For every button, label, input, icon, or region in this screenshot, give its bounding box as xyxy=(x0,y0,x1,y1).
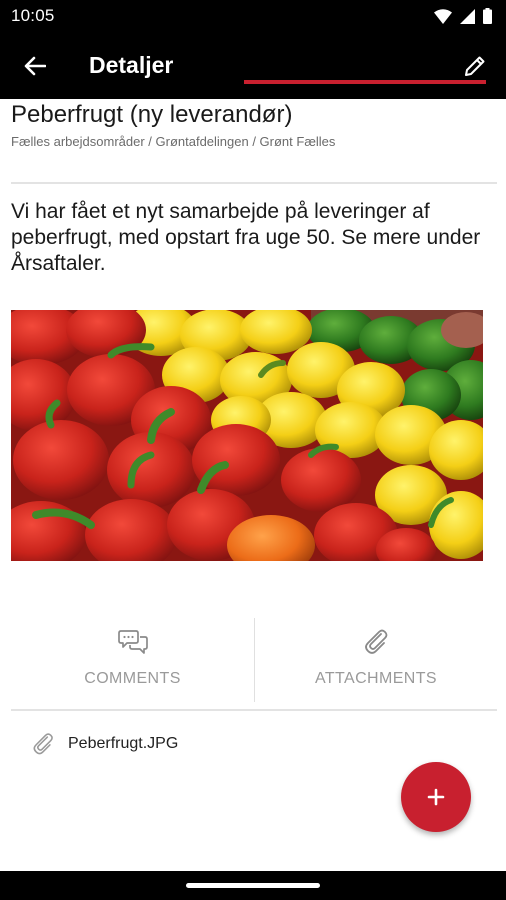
breadcrumb: Fælles arbejdsområder / Grøntafdelingen … xyxy=(11,134,336,149)
app-bar: Detaljer xyxy=(0,32,506,99)
arrow-left-icon xyxy=(24,56,46,76)
navigation-bar xyxy=(0,871,506,900)
tab-comments-label: COMMENTS xyxy=(84,670,181,687)
attachment-name: Peberfrugt.JPG xyxy=(68,735,179,752)
chat-bubbles-icon xyxy=(117,630,148,654)
home-indicator[interactable] xyxy=(186,883,320,888)
peppers-image xyxy=(11,310,483,561)
back-button[interactable] xyxy=(18,49,52,83)
status-time: 10:05 xyxy=(11,6,55,25)
screen: 10:05 Detaljer Peberfrugt (ny leverandør… xyxy=(0,0,506,900)
divider xyxy=(11,182,497,184)
selected-tab-indicator xyxy=(244,80,486,84)
paperclip-icon xyxy=(33,733,53,755)
wifi-icon xyxy=(434,8,452,24)
item-title: Peberfrugt (ny leverandør) xyxy=(11,101,293,128)
add-button[interactable] xyxy=(401,762,471,832)
plus-icon xyxy=(427,788,445,806)
item-description: Vi har fået et nyt samarbejde på leverin… xyxy=(11,200,481,275)
battery-icon xyxy=(483,8,492,24)
tab-comments[interactable]: COMMENTS xyxy=(11,618,254,702)
tab-attachments-label: ATTACHMENTS xyxy=(314,670,438,687)
pencil-icon xyxy=(465,56,485,76)
status-bar: 10:05 xyxy=(0,0,506,32)
detail-tabs: COMMENTS ATTACHMENTS xyxy=(11,618,497,702)
divider xyxy=(11,709,497,711)
paperclip-icon xyxy=(365,629,388,654)
status-icons xyxy=(434,8,492,24)
attachment-item[interactable]: Peberfrugt.JPG xyxy=(30,728,178,760)
cell-signal-icon xyxy=(460,8,475,24)
page-title: Detaljer xyxy=(89,52,174,78)
edit-button[interactable] xyxy=(458,49,492,83)
tab-attachments[interactable]: ATTACHMENTS xyxy=(254,618,497,702)
item-photo[interactable] xyxy=(11,310,483,561)
